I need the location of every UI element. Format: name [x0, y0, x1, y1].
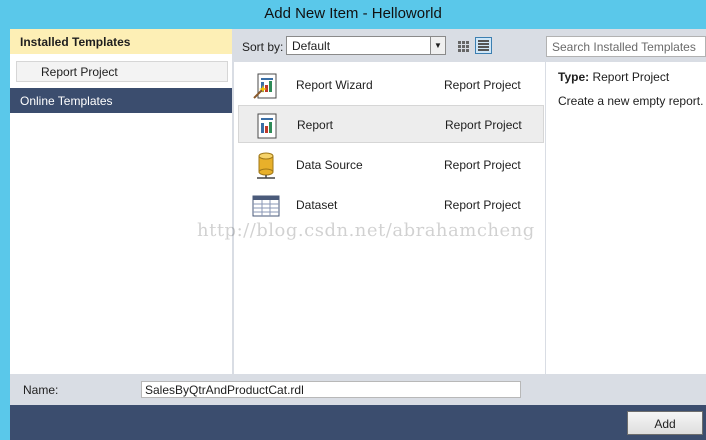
info-type-value: Report Project [592, 70, 670, 84]
list-toolbar: Sort by: Default ▼ Search Installed Temp… [234, 29, 706, 61]
template-type: Report Project [444, 198, 521, 212]
template-item-dataset[interactable]: Dataset Report Project [238, 186, 544, 224]
name-bar: Name: SalesByQtrAndProductCat.rdl [10, 374, 706, 405]
search-installed-templates-input[interactable]: Search Installed Templates [546, 36, 706, 57]
template-categories-panel: Installed Templates Report Project Onlin… [10, 29, 232, 374]
report-icon [257, 113, 277, 139]
template-name: Dataset [296, 198, 338, 212]
watermark-text: http://blog.csdn.net/abrahamcheng [197, 220, 535, 241]
name-input[interactable]: SalesByQtrAndProductCat.rdl [141, 381, 521, 398]
template-type: Report Project [444, 158, 521, 172]
template-name: Report Wizard [296, 78, 373, 92]
template-list: Report Wizard Report Project Report Repo… [234, 62, 545, 374]
title-bar: Add New Item - Helloworld [0, 0, 706, 29]
category-installed-templates[interactable]: Installed Templates [10, 29, 232, 54]
details-view-icon[interactable] [475, 37, 492, 54]
template-name: Report [297, 118, 334, 132]
info-type-label: Type: [558, 70, 590, 84]
window-title: Add New Item - Helloworld [264, 5, 442, 22]
sort-by-label: Sort by: [242, 40, 284, 54]
template-type: Report Project [445, 118, 522, 132]
template-type: Report Project [444, 78, 521, 92]
name-label: Name: [23, 383, 59, 397]
template-item-report-wizard[interactable]: Report Wizard Report Project [238, 66, 544, 104]
template-name: Data Source [296, 158, 363, 172]
info-description: Create a new empty report. [558, 94, 704, 108]
dataset-icon [252, 195, 280, 217]
small-icons-view-icon[interactable] [454, 37, 471, 54]
chevron-down-icon[interactable]: ▼ [430, 37, 445, 54]
sort-by-dropdown[interactable]: Default ▼ [286, 36, 446, 55]
category-online-templates[interactable]: Online Templates [10, 88, 232, 113]
sort-by-value: Default [292, 39, 331, 53]
info-type-row: Type: Report Project [558, 70, 669, 84]
dialog-footer: Add [10, 405, 706, 440]
template-info-panel: Type: Report Project Create a new empty … [546, 62, 706, 374]
template-item-data-source[interactable]: Data Source Report Project [238, 146, 544, 184]
report-wizard-icon [253, 73, 277, 99]
category-report-project[interactable]: Report Project [16, 61, 228, 82]
add-button[interactable]: Add [627, 411, 703, 435]
template-item-report[interactable]: Report Report Project [238, 105, 544, 143]
data-source-icon [257, 152, 275, 179]
